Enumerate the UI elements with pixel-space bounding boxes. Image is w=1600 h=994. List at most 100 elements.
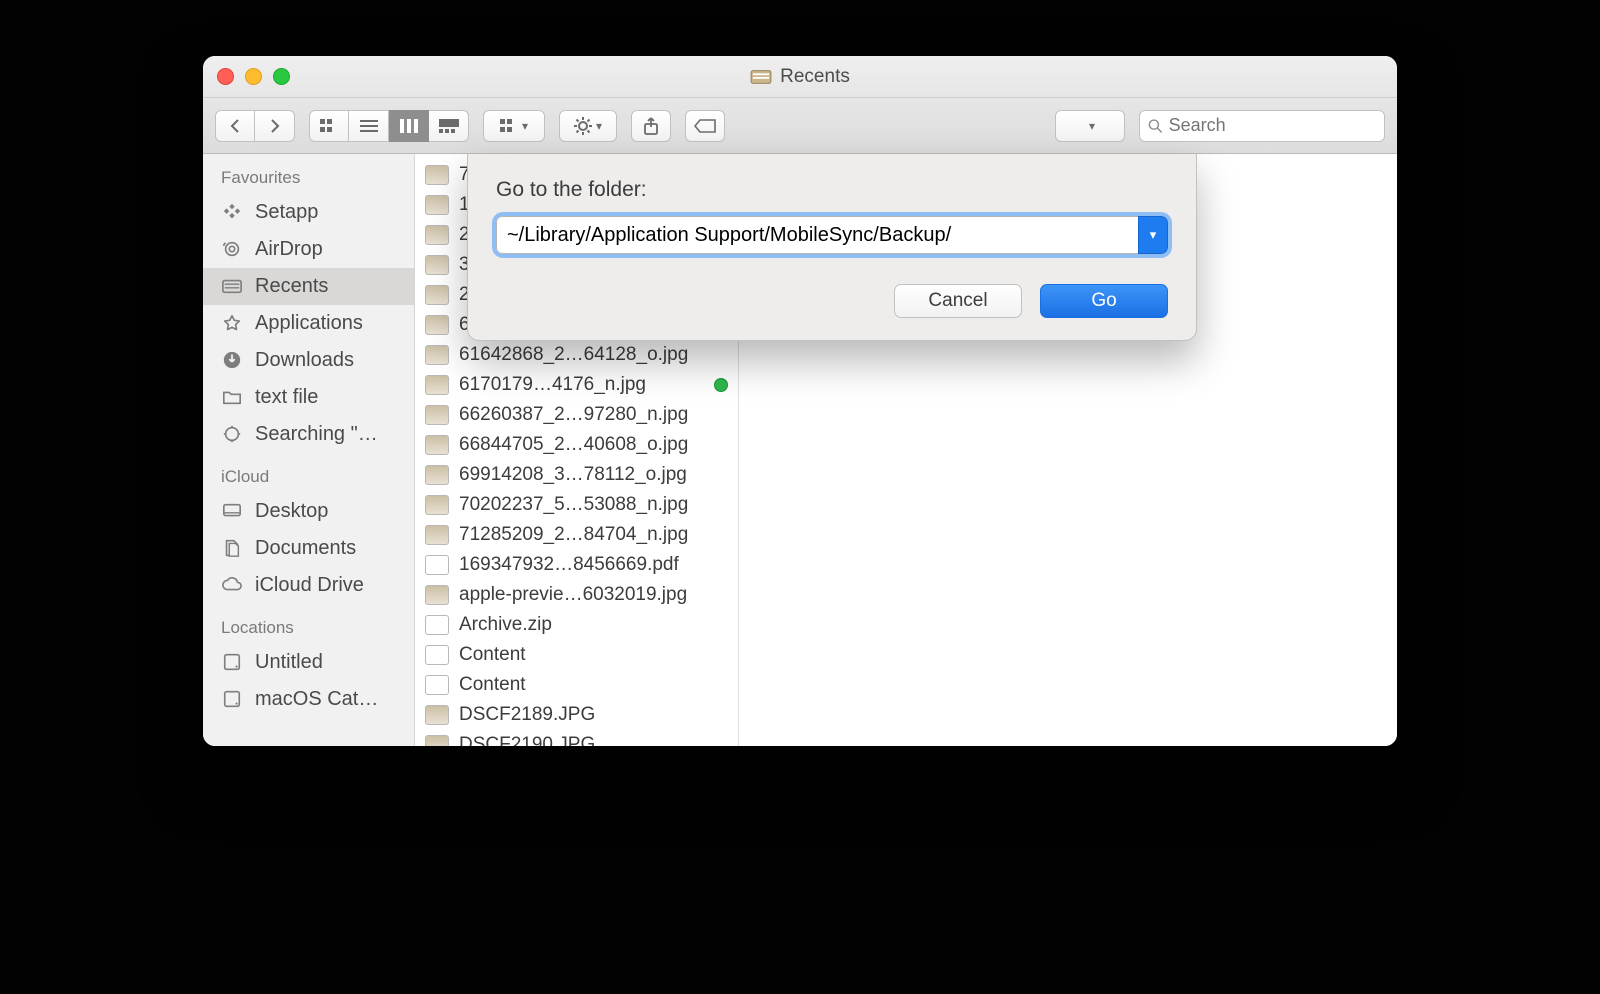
file-thumbnail xyxy=(425,585,449,605)
sidebar-item-label: Desktop xyxy=(255,500,328,523)
action-menu-button[interactable]: ▾ xyxy=(559,110,617,142)
file-thumbnail xyxy=(425,675,449,695)
view-icons-button[interactable] xyxy=(309,110,349,142)
file-thumbnail xyxy=(425,645,449,665)
sidebar-item-label: Documents xyxy=(255,537,356,560)
tags-button[interactable] xyxy=(685,110,725,142)
file-name: DSCF2189.JPG xyxy=(459,704,728,726)
recents-icon xyxy=(221,276,245,298)
titlebar: Recents xyxy=(203,56,1397,98)
file-row[interactable]: DSCF2190.JPG xyxy=(415,730,738,746)
window-title: Recents xyxy=(780,66,850,88)
setapp-icon xyxy=(221,202,245,224)
finder-window: Recents ▾ ▾ ▾ xyxy=(203,56,1397,746)
path-dropdown-button[interactable]: ▾ xyxy=(1138,216,1168,254)
sidebar-item-folder[interactable]: text file xyxy=(203,379,414,416)
sidebar-item-label: macOS Cat… xyxy=(255,688,378,711)
toolbar: ▾ ▾ ▾ xyxy=(203,98,1397,154)
file-thumbnail xyxy=(425,315,449,335)
file-thumbnail xyxy=(425,615,449,635)
file-row[interactable]: 71285209_2…84704_n.jpg xyxy=(415,520,738,550)
file-row[interactable]: Content xyxy=(415,670,738,700)
file-name: Archive.zip xyxy=(459,614,728,636)
file-row[interactable]: 169347932…8456669.pdf xyxy=(415,550,738,580)
forward-button[interactable] xyxy=(255,110,295,142)
file-thumbnail xyxy=(425,465,449,485)
file-thumbnail xyxy=(425,255,449,275)
file-thumbnail xyxy=(425,165,449,185)
sidebar: FavouritesSetappAirDropRecentsApplicatio… xyxy=(203,154,415,746)
view-gallery-button[interactable] xyxy=(429,110,469,142)
desktop-icon xyxy=(221,501,245,523)
sidebar-item-setapp[interactable]: Setapp xyxy=(203,194,414,231)
fullscreen-button[interactable] xyxy=(273,68,290,85)
file-name: 61642868_2…64128_o.jpg xyxy=(459,344,728,366)
sidebar-item-label: Searching "… xyxy=(255,423,378,446)
search-input[interactable] xyxy=(1169,115,1376,136)
file-thumbnail xyxy=(425,705,449,725)
recents-icon xyxy=(750,68,772,86)
share-button[interactable] xyxy=(631,110,671,142)
nav-buttons xyxy=(215,110,295,142)
share-icon xyxy=(643,117,659,135)
close-button[interactable] xyxy=(217,68,234,85)
file-name: Content xyxy=(459,644,728,666)
cancel-button[interactable]: Cancel xyxy=(894,284,1022,318)
applications-icon xyxy=(221,313,245,335)
file-row[interactable]: 70202237_5…53088_n.jpg xyxy=(415,490,738,520)
search-field[interactable] xyxy=(1139,110,1385,142)
file-thumbnail xyxy=(425,375,449,395)
sidebar-item-downloads[interactable]: Downloads xyxy=(203,342,414,379)
sidebar-item-desktop[interactable]: Desktop xyxy=(203,493,414,530)
view-list-button[interactable] xyxy=(349,110,389,142)
file-row[interactable]: Content xyxy=(415,640,738,670)
sidebar-item-airdrop[interactable]: AirDrop xyxy=(203,231,414,268)
sidebar-heading: Locations xyxy=(203,604,414,644)
disk-icon xyxy=(221,652,245,674)
file-row[interactable]: 66844705_2…40608_o.jpg xyxy=(415,430,738,460)
chevron-down-icon: ▾ xyxy=(596,119,602,133)
file-row[interactable]: 6170179…4176_n.jpg xyxy=(415,370,738,400)
search-icon xyxy=(1148,118,1163,134)
file-name: 71285209_2…84704_n.jpg xyxy=(459,524,728,546)
file-row[interactable]: DSCF2189.JPG xyxy=(415,700,738,730)
file-thumbnail xyxy=(425,225,449,245)
sidebar-item-applications[interactable]: Applications xyxy=(203,305,414,342)
sidebar-item-iclouddrive[interactable]: iCloud Drive xyxy=(203,567,414,604)
sidebar-item-recents[interactable]: Recents xyxy=(203,268,414,305)
file-name: DSCF2190.JPG xyxy=(459,734,728,746)
disk-icon xyxy=(221,689,245,711)
file-thumbnail xyxy=(425,195,449,215)
airdrop-icon xyxy=(221,239,245,261)
sidebar-item-label: text file xyxy=(255,386,318,409)
file-row[interactable]: Archive.zip xyxy=(415,610,738,640)
tag-icon xyxy=(694,119,716,133)
path-input[interactable] xyxy=(496,216,1138,254)
sidebar-item-documents[interactable]: Documents xyxy=(203,530,414,567)
sheet-label: Go to the folder: xyxy=(496,178,1168,202)
file-row[interactable]: apple-previe…6032019.jpg xyxy=(415,580,738,610)
file-thumbnail xyxy=(425,735,449,746)
file-row[interactable]: 61642868_2…64128_o.jpg xyxy=(415,340,738,370)
file-thumbnail xyxy=(425,435,449,455)
file-row[interactable]: 69914208_3…78112_o.jpg xyxy=(415,460,738,490)
go-to-folder-sheet: Go to the folder: ▾ Cancel Go xyxy=(467,154,1197,341)
file-name: 169347932…8456669.pdf xyxy=(459,554,728,576)
downloads-icon xyxy=(221,350,245,372)
file-row[interactable]: 66260387_2…97280_n.jpg xyxy=(415,400,738,430)
sidebar-item-label: Downloads xyxy=(255,349,354,372)
sidebar-item-disk[interactable]: Untitled xyxy=(203,644,414,681)
view-switcher xyxy=(309,110,469,142)
minimize-button[interactable] xyxy=(245,68,262,85)
path-menu-button[interactable]: ▾ xyxy=(1055,110,1125,142)
back-button[interactable] xyxy=(215,110,255,142)
sidebar-heading: iCloud xyxy=(203,453,414,493)
view-columns-button[interactable] xyxy=(389,110,429,142)
go-button[interactable]: Go xyxy=(1040,284,1168,318)
file-thumbnail xyxy=(425,405,449,425)
sidebar-item-smartsearch[interactable]: Searching "… xyxy=(203,416,414,453)
file-thumbnail xyxy=(425,495,449,515)
sidebar-item-label: AirDrop xyxy=(255,238,323,261)
group-by-button[interactable]: ▾ xyxy=(483,110,545,142)
sidebar-item-disk[interactable]: macOS Cat… xyxy=(203,681,414,718)
